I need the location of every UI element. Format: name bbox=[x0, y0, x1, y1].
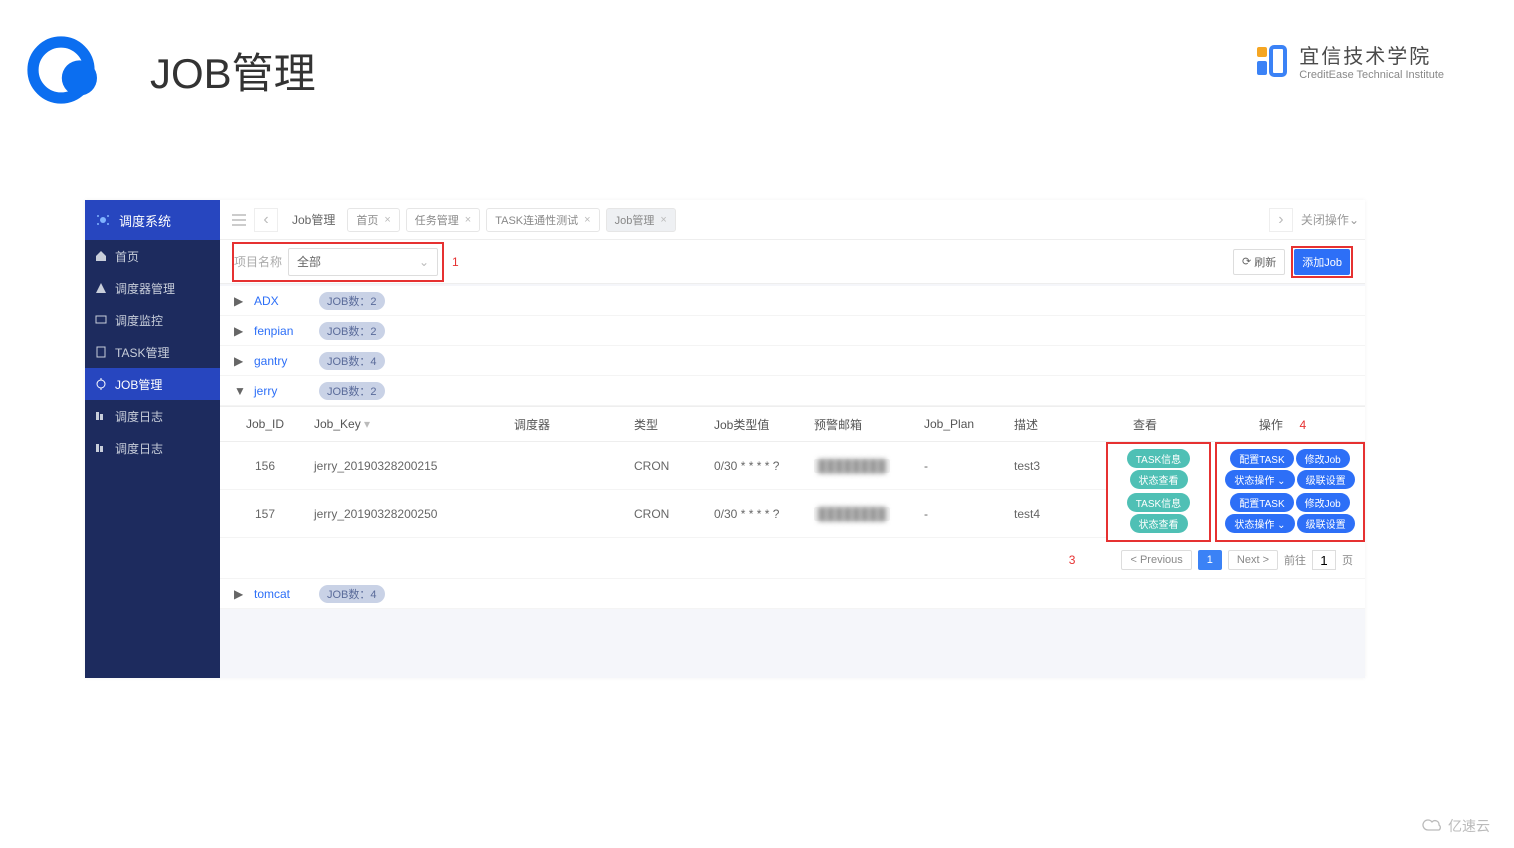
group-row-adx[interactable]: ▶ ADX JOB数：2 bbox=[220, 286, 1365, 316]
annotation-1: 1 bbox=[452, 255, 459, 269]
expand-icon[interactable]: ▶ bbox=[234, 324, 244, 338]
col-job-key: Job_Key ▾ bbox=[310, 417, 510, 431]
cascade-button[interactable]: 级联设置 bbox=[1297, 514, 1355, 533]
watermark: 亿速云 bbox=[1422, 816, 1490, 836]
col-scheduler: 调度器 bbox=[510, 416, 630, 433]
goto-label: 前往 bbox=[1284, 552, 1306, 568]
tab-home[interactable]: 首页× bbox=[347, 208, 399, 232]
sidebar: 调度系统 首页 调度器管理 调度监控 TASK管理 JOB管理 bbox=[85, 200, 220, 678]
nav-next-icon[interactable]: › bbox=[1269, 208, 1293, 232]
job-count-badge: JOB数：4 bbox=[319, 352, 385, 370]
task-info-button[interactable]: TASK信息 bbox=[1127, 449, 1190, 468]
annotation-3: 3 bbox=[1069, 553, 1076, 567]
group-row-gantry[interactable]: ▶ gantry JOB数：4 bbox=[220, 346, 1365, 376]
sidebar-item-log-1[interactable]: 调度日志 bbox=[85, 400, 220, 432]
group-row-jerry[interactable]: ▼ jerry JOB数：2 bbox=[220, 376, 1365, 406]
filter-project-label: 项目名称 bbox=[234, 253, 282, 270]
status-op-dropdown[interactable]: 状态操作 bbox=[1225, 470, 1294, 489]
job-count-badge: JOB数：2 bbox=[319, 382, 385, 400]
goto-page-input[interactable] bbox=[1312, 550, 1336, 570]
topbar: ‹ Job管理 首页× 任务管理× TASK连通性测试× Job管理× › 关闭… bbox=[220, 200, 1365, 240]
sidebar-header: 调度系统 bbox=[85, 200, 220, 240]
refresh-button[interactable]: ⟳ 刷新 bbox=[1233, 249, 1285, 275]
close-icon[interactable]: × bbox=[384, 214, 390, 226]
job-count-badge: JOB数：2 bbox=[319, 322, 385, 340]
edit-job-button[interactable]: 修改Job bbox=[1296, 449, 1350, 468]
slide-logo-icon bbox=[20, 30, 110, 110]
status-op-dropdown[interactable]: 状态操作 bbox=[1225, 514, 1294, 533]
page-unit: 页 bbox=[1342, 552, 1353, 568]
config-task-button[interactable]: 配置TASK bbox=[1230, 493, 1293, 512]
col-view: 查看 bbox=[1080, 416, 1210, 433]
edit-job-button[interactable]: 修改Job bbox=[1296, 493, 1350, 512]
next-page-button[interactable]: Next > bbox=[1228, 550, 1278, 570]
task-info-button[interactable]: TASK信息 bbox=[1127, 493, 1190, 512]
refresh-icon: ⟳ bbox=[1242, 255, 1251, 268]
expand-icon[interactable]: ▶ bbox=[234, 587, 244, 601]
col-alert-email: 预警邮箱 bbox=[810, 416, 920, 433]
config-task-button[interactable]: 配置TASK bbox=[1230, 449, 1293, 468]
brand-name-cn: 宜信技术学院 bbox=[1299, 40, 1444, 69]
chevron-down-icon: ⌄ bbox=[1349, 213, 1359, 227]
table-row: 157 jerry_20190328200250 CRON 0/30 * * *… bbox=[220, 490, 1106, 538]
chevron-down-icon: ⌄ bbox=[419, 255, 429, 269]
filter-bar: 项目名称 全部 ⌄ 1 ⟳ 刷新 添加Job bbox=[220, 240, 1365, 284]
cascade-button[interactable]: 级联设置 bbox=[1297, 470, 1355, 489]
expand-icon[interactable]: ▶ bbox=[234, 354, 244, 368]
col-type: 类型 bbox=[630, 416, 710, 433]
breadcrumb: Job管理 bbox=[292, 211, 335, 228]
collapse-icon[interactable]: ▼ bbox=[234, 384, 244, 398]
sidebar-item-scheduler-mgmt[interactable]: 调度器管理 bbox=[85, 272, 220, 304]
prev-page-button[interactable]: < Previous bbox=[1121, 550, 1191, 570]
add-job-button[interactable]: 添加Job bbox=[1294, 249, 1350, 275]
sidebar-item-log-2[interactable]: 调度日志 bbox=[85, 432, 220, 464]
col-job-plan: Job_Plan bbox=[920, 417, 1010, 431]
nav-prev-icon[interactable]: ‹ bbox=[254, 208, 278, 232]
annotation-4: 4 bbox=[1300, 418, 1307, 432]
expand-icon[interactable]: ▶ bbox=[234, 294, 244, 308]
col-desc: 描述 bbox=[1010, 416, 1080, 433]
group-row-tomcat[interactable]: ▶ tomcat JOB数：4 bbox=[220, 579, 1365, 609]
tab-task-conn-test[interactable]: TASK连通性测试× bbox=[486, 208, 599, 232]
page-1-button[interactable]: 1 bbox=[1198, 550, 1222, 570]
group-row-fenpian[interactable]: ▶ fenpian JOB数：2 bbox=[220, 316, 1365, 346]
close-icon[interactable]: × bbox=[465, 214, 471, 226]
project-select[interactable]: 全部 ⌄ bbox=[288, 248, 438, 276]
job-count-badge: JOB数：2 bbox=[319, 292, 385, 310]
collapse-icon[interactable] bbox=[226, 207, 252, 233]
table-row: 156 jerry_20190328200215 CRON 0/30 * * *… bbox=[220, 442, 1106, 490]
job-count-badge: JOB数：4 bbox=[319, 585, 385, 603]
brand-logo: 宜信技术学院 CreditEase Technical Institute bbox=[1251, 40, 1444, 81]
pagination: 3 < Previous 1 Next > 前往 页 bbox=[220, 542, 1365, 579]
close-icon[interactable]: × bbox=[584, 214, 590, 226]
col-job-type-value: Job类型值 bbox=[710, 416, 810, 433]
status-view-button[interactable]: 状态查看 bbox=[1130, 514, 1188, 533]
status-view-button[interactable]: 状态查看 bbox=[1130, 470, 1188, 489]
sidebar-item-job-mgmt[interactable]: JOB管理 bbox=[85, 368, 220, 400]
sidebar-item-monitor[interactable]: 调度监控 bbox=[85, 304, 220, 336]
sidebar-title: 调度系统 bbox=[119, 211, 171, 230]
table-header: Job_ID Job_Key ▾ 调度器 类型 Job类型值 预警邮箱 Job_… bbox=[220, 406, 1365, 442]
tab-task-mgmt[interactable]: 任务管理× bbox=[406, 208, 480, 232]
col-op: 操作 4 bbox=[1210, 416, 1355, 433]
close-operations-dropdown[interactable]: 关闭操作 ⌄ bbox=[1301, 211, 1359, 228]
col-job-id: Job_ID bbox=[220, 417, 310, 431]
sidebar-item-home[interactable]: 首页 bbox=[85, 240, 220, 272]
sidebar-item-task-mgmt[interactable]: TASK管理 bbox=[85, 336, 220, 368]
brand-name-en: CreditEase Technical Institute bbox=[1299, 69, 1444, 81]
slide-title: JOB管理 bbox=[150, 40, 316, 101]
tab-job-mgmt[interactable]: Job管理× bbox=[606, 208, 676, 232]
close-icon[interactable]: × bbox=[660, 214, 666, 226]
filter-icon[interactable]: ▾ bbox=[364, 417, 370, 431]
